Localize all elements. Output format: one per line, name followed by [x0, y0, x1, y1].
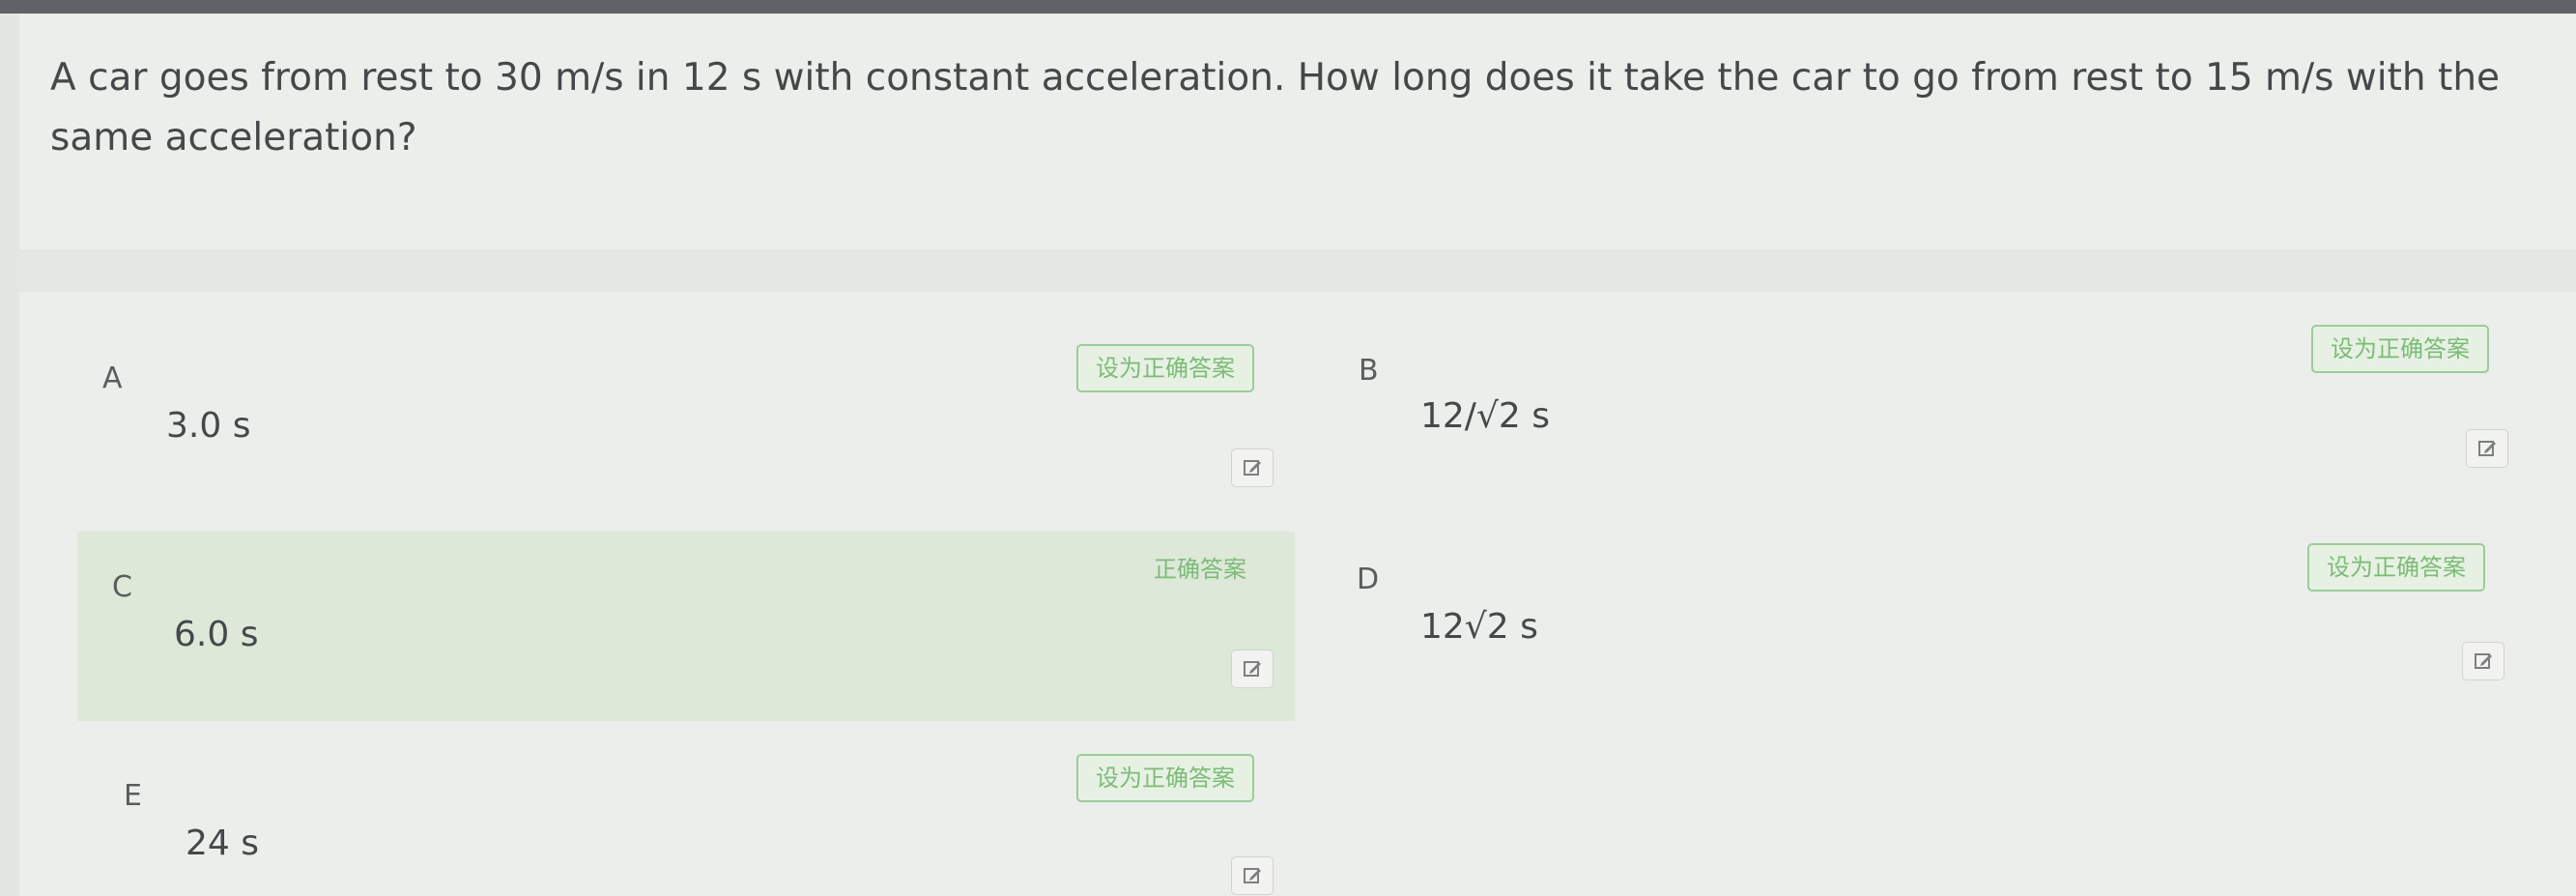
option-letter: A: [102, 361, 123, 395]
option-b: B 12/√2 s 设为正确答案: [1333, 325, 2551, 512]
question-text: A car goes from rest to 30 m/s in 12 s w…: [50, 56, 2501, 159]
option-value: 6.0 s: [174, 615, 259, 654]
edit-icon: [1244, 868, 1261, 883]
option-value: 12/√2 s: [1420, 396, 1550, 436]
option-c: C 6.0 s 正确答案: [77, 532, 1295, 721]
edit-icon: [1244, 661, 1261, 677]
set-correct-answer-button[interactable]: 设为正确答案: [2311, 325, 2489, 373]
set-correct-answer-button[interactable]: 设为正确答案: [1076, 754, 1254, 802]
divider: [19, 249, 2576, 292]
correct-answer-label: 正确答案: [1154, 556, 1246, 583]
window-top-bar: [0, 0, 2576, 14]
option-a: A 3.0 s 设为正确答案: [77, 329, 1295, 512]
option-letter: E: [124, 779, 142, 813]
set-correct-answer-button[interactable]: 设为正确答案: [1076, 344, 1254, 392]
edit-button[interactable]: [2462, 642, 2504, 680]
edit-icon: [1244, 460, 1261, 476]
edit-icon: [2478, 441, 2496, 456]
edit-button[interactable]: [1231, 856, 1274, 895]
option-letter: D: [1357, 563, 1380, 596]
set-correct-answer-button[interactable]: 设为正确答案: [2307, 543, 2485, 592]
option-value: 24 s: [186, 824, 260, 863]
option-letter: B: [1359, 354, 1379, 388]
option-value: 3.0 s: [166, 406, 251, 446]
edit-button[interactable]: [1231, 650, 1274, 688]
edit-button[interactable]: [2466, 429, 2508, 468]
option-d: D 12√2 s 设为正确答案: [1333, 532, 2551, 721]
edit-button[interactable]: [1231, 448, 1274, 487]
option-e: E 24 s 设为正确答案: [77, 744, 1295, 896]
edit-icon: [2475, 653, 2492, 669]
option-letter: C: [112, 570, 132, 604]
option-value: 12√2 s: [1420, 607, 1538, 647]
